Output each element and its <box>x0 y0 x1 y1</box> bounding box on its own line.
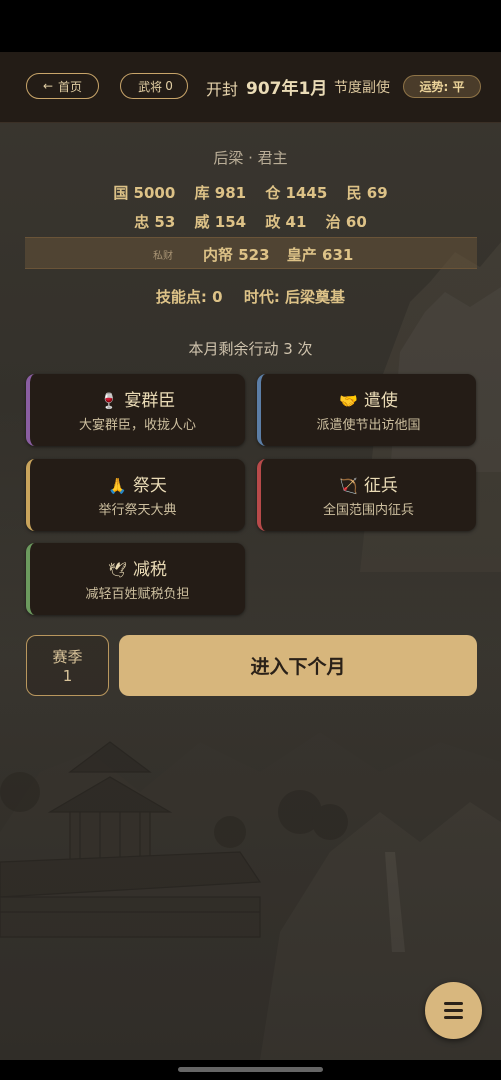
stats-row-2: 忠 53 威 154 政 41 治 60 <box>0 211 501 232</box>
stat-loyalty: 忠 53 <box>134 213 176 231</box>
action-desc: 大宴群臣，收拢人心 <box>78 418 196 433</box>
action-desc: 派遣使节出访他国 <box>316 418 421 433</box>
stat-nation: 国 5000 <box>113 184 176 202</box>
dynasty-label: 后梁 · 君主 <box>213 149 288 167</box>
menu-button[interactable] <box>425 982 482 1039</box>
city-name: 开封 <box>206 80 239 99</box>
skill-points: 技能点: 0 <box>155 288 223 306</box>
player-title: 节度副使 <box>334 80 390 96</box>
home-button[interactable]: ← 首页 <box>26 73 99 99</box>
stat-prestige: 威 154 <box>194 213 247 231</box>
season-indicator[interactable]: 赛季 1 <box>26 635 109 696</box>
action-title-row: 🍷 宴群臣 <box>30 386 245 411</box>
next-month-button[interactable]: 进入下个月 <box>119 635 477 696</box>
top-bar: ← 首页 武将 0 开封 907年1月 节度副使 运势: 平 <box>0 52 501 123</box>
action-title: 宴群臣 <box>124 391 176 411</box>
generals-count: 0 <box>165 79 173 93</box>
stats-row-1: 国 5000 库 981 仓 1445 民 69 <box>0 182 501 203</box>
home-label: 首页 <box>58 79 83 94</box>
home-indicator[interactable] <box>178 1067 323 1072</box>
action-card-conscript[interactable]: 🏹 征兵 全国范围内征兵 <box>257 459 476 531</box>
wine-glass-icon: 🍷 <box>99 392 119 410</box>
action-desc: 减轻百姓赋税负担 <box>85 587 190 602</box>
private-wealth-values: 内帑 523 皇产 631 <box>203 244 365 265</box>
action-card-worship[interactable]: 🙏 祭天 举行祭天大典 <box>26 459 245 531</box>
season-value: 1 <box>62 667 73 685</box>
stat-politics: 政 41 <box>265 213 307 231</box>
action-title-row: 🙏 祭天 <box>30 471 245 496</box>
stat-imperial-estate: 皇产 631 <box>286 246 354 264</box>
action-desc: 全国范围内征兵 <box>322 503 414 518</box>
back-arrow-icon: ← <box>42 79 54 93</box>
skill-era-row: 技能点: 0 时代: 后梁奠基 <box>0 286 501 307</box>
bow-arrow-icon: 🏹 <box>339 477 358 495</box>
season-label: 赛季 <box>52 648 83 666</box>
action-card-banquet[interactable]: 🍷 宴群臣 大宴群臣，收拢人心 <box>26 374 245 446</box>
action-title: 减税 <box>133 560 168 580</box>
action-title-row: 🤝 遣使 <box>261 386 476 411</box>
menu-icon-line <box>444 1016 463 1019</box>
generals-button[interactable]: 武将 0 <box>120 73 188 99</box>
handshake-icon: 🤝 <box>339 392 358 410</box>
stat-order: 治 60 <box>325 213 367 231</box>
generals-label: 武将 <box>138 79 163 94</box>
stat-privy-purse: 内帑 523 <box>203 246 270 264</box>
action-title: 征兵 <box>363 476 398 496</box>
private-wealth-label: 私财 <box>153 251 173 262</box>
action-desc: 举行祭天大典 <box>98 503 177 518</box>
praying-hands-icon: 🙏 <box>108 477 127 495</box>
game-screen: ← 首页 武将 0 开封 907年1月 节度副使 运势: 平 后梁 · 君主 国… <box>0 52 501 1060</box>
current-date: 907年1月 <box>246 79 328 99</box>
dove-icon: 🕊 <box>107 561 128 579</box>
action-card-envoy[interactable]: 🤝 遣使 派遣使节出访他国 <box>257 374 476 446</box>
stat-treasury: 库 981 <box>194 184 247 202</box>
private-wealth-bar: 私财 内帑 523 皇产 631 <box>25 237 477 269</box>
action-title: 祭天 <box>132 476 167 496</box>
menu-icon <box>444 1002 463 1005</box>
stat-people: 民 69 <box>346 184 388 202</box>
luck-badge: 运势: 平 <box>403 75 481 98</box>
era-label: 时代: 后梁奠基 <box>243 288 346 306</box>
stat-granary: 仓 1445 <box>265 184 328 202</box>
action-card-tax-cut[interactable]: 🕊 减税 减轻百姓赋税负担 <box>26 543 245 615</box>
action-title-row: 🏹 征兵 <box>261 471 476 496</box>
menu-icon-line <box>444 1009 463 1012</box>
action-title-row: 🕊 减税 <box>30 555 245 580</box>
remaining-actions: 本月剩余行动 3 次 <box>188 340 313 358</box>
action-title: 遣使 <box>363 391 398 411</box>
